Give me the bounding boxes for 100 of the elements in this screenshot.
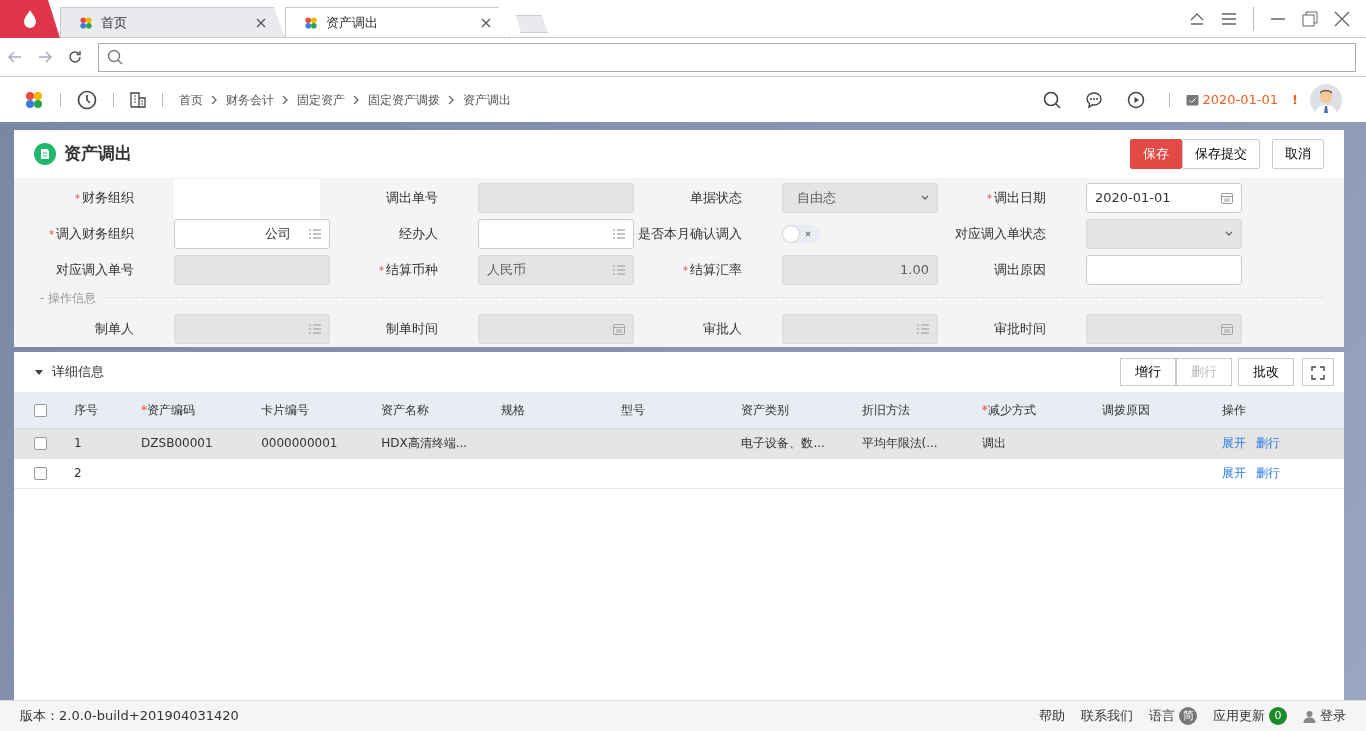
required-mark: * [75, 191, 80, 206]
column-header: 规格 [501, 402, 526, 417]
column-header: 序号 [74, 402, 99, 417]
action-link[interactable]: 展开 [1221, 466, 1246, 480]
caret-icon[interactable] [34, 367, 44, 377]
required-mark: * [987, 191, 992, 206]
login-link[interactable]: 登录 [1320, 706, 1346, 726]
input-field[interactable]: 公司 [174, 219, 330, 249]
field-label: 调入财务组织 [56, 225, 134, 244]
checkbox[interactable] [34, 467, 47, 480]
close-icon[interactable] [256, 17, 266, 28]
field-label: 经办人 [399, 225, 438, 244]
toolbar-button[interactable]: 增行 [1120, 358, 1176, 386]
column-header: 减少方式 [987, 402, 1036, 417]
action-button[interactable]: 取消 [1272, 139, 1324, 169]
field-label: 对应调入单号 [56, 261, 134, 280]
toggle-switch[interactable] [782, 225, 820, 243]
input-field[interactable] [478, 219, 634, 249]
action-button[interactable]: 保存提交 [1182, 139, 1260, 169]
footer-link[interactable]: 联系我们 [1081, 706, 1133, 726]
language-badge: 简 [1179, 707, 1197, 725]
browser-tab[interactable]: 首页 [60, 7, 285, 37]
chevron-icon [448, 94, 455, 105]
forward-icon[interactable] [38, 51, 52, 63]
restore-icon[interactable] [1302, 10, 1318, 27]
breadcrumb-link[interactable]: 首页 [179, 90, 203, 109]
breadcrumb-link[interactable]: 固定资产调拨 [368, 90, 440, 109]
field-label: 调出日期 [994, 189, 1046, 208]
required-mark: * [49, 227, 54, 242]
breadcrumb-link[interactable]: 资产调出 [463, 90, 511, 109]
close-icon[interactable] [1334, 10, 1350, 27]
action-link[interactable]: 删行 [1255, 466, 1280, 480]
checkbox[interactable] [34, 403, 47, 417]
user-icon [1303, 709, 1316, 723]
chevron-icon [353, 94, 360, 105]
menu-icon[interactable] [1221, 12, 1237, 25]
column-header: 资产编码 [147, 402, 196, 417]
updates-link[interactable]: 应用更新 [1213, 706, 1265, 726]
building-icon[interactable] [130, 91, 146, 108]
chat-icon[interactable] [1084, 90, 1103, 109]
section-title: 详细信息 [52, 363, 104, 382]
app-logo-icon[interactable] [24, 90, 44, 109]
table-row[interactable]: 2 展开 删行 [14, 458, 1344, 488]
field-label: 审批人 [703, 320, 742, 339]
field-label: 制单时间 [386, 320, 438, 339]
field-label: 财务组织 [82, 189, 134, 208]
clock-icon[interactable] [77, 89, 97, 110]
checkbox[interactable] [34, 437, 47, 450]
required-mark: * [981, 402, 988, 417]
table-row[interactable]: 1 DZSB00001 0000000001 HDX高清终端... 电子设备、数... 平均年限法(... 调出 展开 删行 [14, 428, 1344, 458]
reload-icon[interactable] [68, 50, 82, 64]
back-icon[interactable] [8, 51, 22, 63]
breadcrumb-link[interactable]: 固定资产 [297, 90, 345, 109]
breadcrumb-link[interactable]: 财务会计 [226, 90, 274, 109]
list-icon[interactable] [309, 229, 321, 239]
input-field[interactable] [1086, 255, 1242, 285]
action-link[interactable]: 删行 [1255, 436, 1280, 450]
table-cell: 2 [74, 466, 82, 480]
version-text: 版本：2.0.0-build+201904031420 [20, 707, 239, 726]
input-field[interactable]: 2020-01-01 [1086, 183, 1242, 213]
new-tab-button[interactable] [516, 15, 548, 33]
avatar-icon[interactable] [1310, 83, 1342, 116]
drop-logo-icon [22, 9, 38, 29]
field-label: 审批时间 [994, 320, 1046, 339]
column-header: 调拨原因 [1101, 402, 1150, 417]
address-bar[interactable] [98, 42, 1356, 72]
field-label: 结算币种 [386, 261, 438, 280]
page-title: 资产调出 [64, 142, 132, 166]
action-button[interactable]: 保存 [1130, 139, 1182, 169]
column-header: 资产名称 [381, 402, 430, 417]
action-link[interactable]: 展开 [1221, 436, 1246, 450]
app-logo-icon [79, 15, 93, 30]
field-label: 结算汇率 [690, 261, 742, 280]
table-cell: HDX高清终端... [381, 436, 468, 450]
table-cell: 0000000001 [261, 436, 338, 450]
table-cell: 平均年限法(... [861, 436, 938, 450]
table-cell: 电子设备、数... [741, 436, 825, 450]
required-mark: * [683, 263, 688, 278]
required-mark: * [379, 263, 384, 278]
count-badge: 0 [1269, 707, 1287, 725]
column-header: 卡片编号 [261, 402, 310, 417]
browser-tab[interactable]: 资产调出 [285, 7, 510, 37]
calendar-icon [1185, 93, 1199, 106]
collapse-icon[interactable] [1189, 11, 1205, 26]
table-cell: 1 [74, 436, 82, 450]
field-label: 是否本月确认调入 [638, 225, 742, 244]
play-icon[interactable] [1126, 90, 1145, 109]
field-label: 调出原因 [994, 261, 1046, 280]
minimize-icon[interactable] [1270, 16, 1286, 21]
table-cell: 调出 [981, 436, 1006, 450]
cross-icon [805, 231, 811, 237]
footer-link[interactable]: 帮助 [1039, 706, 1065, 726]
search-icon[interactable] [1042, 90, 1061, 109]
list-icon[interactable] [613, 229, 625, 239]
toolbar-button[interactable]: 批改 [1238, 358, 1294, 386]
section-label: - 操作信息 [39, 290, 97, 307]
fullscreen-button[interactable] [1302, 358, 1334, 386]
language-link[interactable]: 语言 [1149, 706, 1175, 726]
close-icon[interactable] [481, 17, 491, 28]
calendar-icon[interactable] [1221, 192, 1233, 204]
